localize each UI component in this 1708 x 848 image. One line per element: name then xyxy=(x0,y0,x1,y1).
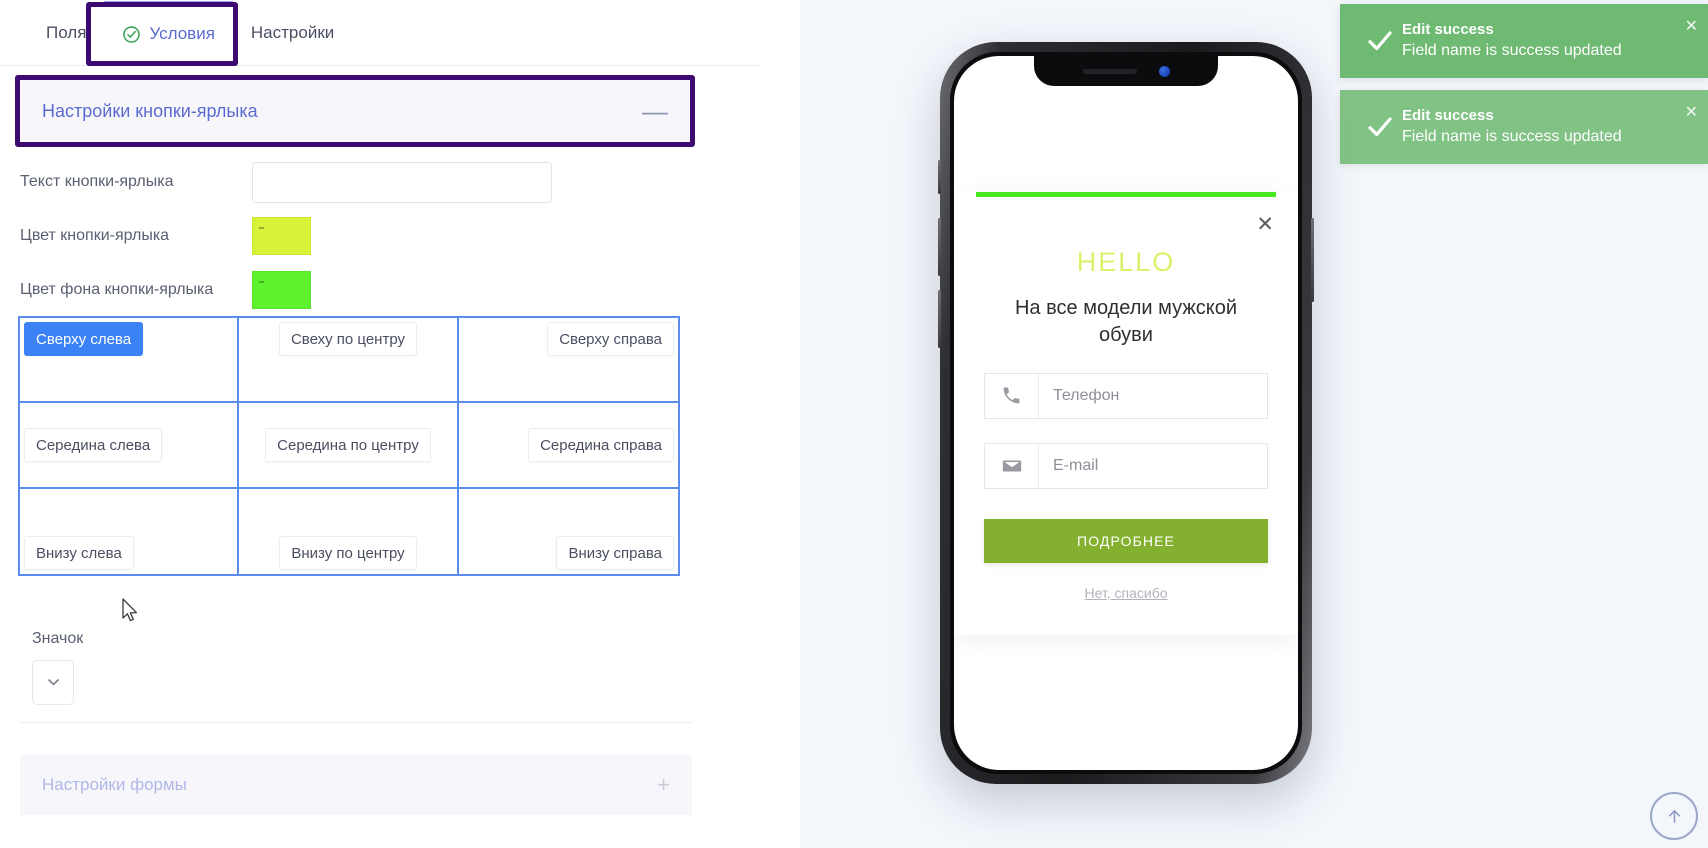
mouse-cursor-icon xyxy=(122,598,138,622)
popup-cta-button[interactable]: ПОДРОБНЕЕ xyxy=(984,518,1268,563)
phone-screen: ✕ HELLO На все модели мужской обуви Теле… xyxy=(954,56,1298,770)
popup-accent-bar xyxy=(976,192,1276,197)
position-cell[interactable]: Середина слева xyxy=(20,403,240,489)
popup-subtitle: На все модели мужской обуви xyxy=(1014,297,1237,346)
arrow-up-icon xyxy=(1668,809,1680,823)
phone-power-button xyxy=(1311,218,1314,302)
phone-mute-switch xyxy=(938,160,941,194)
toast-message: Field name is success updated xyxy=(1402,42,1622,60)
scroll-to-top-button[interactable] xyxy=(1650,792,1698,840)
phone-placeholder-text: Телефон xyxy=(1053,386,1120,404)
close-icon[interactable]: ✕ xyxy=(1685,16,1698,36)
position-option-button[interactable]: Внизу справа xyxy=(556,536,674,570)
position-grid: Сверху слева Свеху по центру Сверху справа… xyxy=(18,316,680,576)
position-cell[interactable]: Внизу по центру xyxy=(239,488,459,574)
toast-title: Edit success xyxy=(1402,21,1494,39)
section-title: Настройки формы xyxy=(42,775,187,794)
tab-label: Настройки xyxy=(250,22,335,42)
popup-hello-text: HELLO xyxy=(1076,247,1176,277)
popup-phone-field[interactable]: Телефон xyxy=(984,372,1268,419)
tab-usloviya[interactable]: Условия xyxy=(104,0,233,65)
section-header-shortcut-button[interactable]: Настройки кнопки-ярлыка — xyxy=(20,80,690,142)
form-area: Текст кнопки-ярлыка Цвет кнопки-ярлыка Ц… xyxy=(20,155,692,317)
position-option-button[interactable]: Свеху по центру xyxy=(278,322,418,356)
envelope-icon xyxy=(985,443,1039,488)
app-root: Поля Условия Настройки Настройки кнопки-… xyxy=(0,0,1708,848)
front-camera-icon xyxy=(1158,65,1170,77)
popup-close-icon[interactable]: ✕ xyxy=(1256,214,1274,235)
toast-message: Field name is success updated xyxy=(1402,128,1622,146)
panel-divider xyxy=(20,722,692,723)
collapse-icon[interactable]: — xyxy=(642,98,668,124)
phone-bezel: ✕ HELLO На все модели мужской обуви Теле… xyxy=(950,52,1302,774)
field-label: Цвет кнопки-ярлыка xyxy=(20,227,170,245)
tab-label: Поля xyxy=(46,22,87,42)
field-row-button-color: Цвет кнопки-ярлыка xyxy=(20,209,692,263)
icon-block: Значок xyxy=(32,630,672,705)
preview-popup: ✕ HELLO На все модели мужской обуви Теле… xyxy=(954,192,1298,635)
position-cell[interactable]: Внизу справа xyxy=(459,489,678,574)
toast-body: Edit success Field name is success update… xyxy=(1402,20,1692,62)
position-option-button[interactable]: Сверху справа xyxy=(547,322,674,356)
icon-select-dropdown[interactable] xyxy=(32,660,74,705)
earpiece-speaker-icon xyxy=(1082,68,1137,74)
tab-bar: Поля Условия Настройки xyxy=(0,0,760,66)
icon-label: Значок xyxy=(32,630,84,647)
close-icon[interactable]: ✕ xyxy=(1685,102,1698,122)
email-placeholder-text: E-mail xyxy=(1053,456,1099,474)
toast-title: Edit success xyxy=(1402,107,1494,125)
phone-volume-down-button xyxy=(938,290,941,348)
position-option-button[interactable]: Внизу по центру xyxy=(279,536,417,570)
position-cell[interactable]: Внизу слева xyxy=(20,488,240,574)
chevron-down-icon xyxy=(47,679,59,686)
settings-panel: Поля Условия Настройки Настройки кнопки-… xyxy=(0,0,800,848)
phone-volume-up-button xyxy=(938,218,941,276)
position-cell[interactable]: Свеху по центру xyxy=(239,318,459,404)
position-cell[interactable]: Сверху слева xyxy=(20,318,240,404)
field-row-button-text: Текст кнопки-ярлыка xyxy=(20,155,692,209)
position-option-button[interactable]: Середина слева xyxy=(24,427,163,462)
section-header-form-settings[interactable]: Настройки формы + xyxy=(20,755,692,815)
tab-polya[interactable]: Поля xyxy=(28,1,104,65)
position-cell[interactable]: Сверху справа xyxy=(458,318,678,404)
button-text-input[interactable] xyxy=(252,161,552,203)
position-option-button[interactable]: Середина справа xyxy=(528,427,674,462)
popup-decline-link[interactable]: Нет, спасибо xyxy=(954,585,1298,601)
field-row-button-bg-color: Цвет фона кнопки-ярлыка xyxy=(20,263,692,317)
check-circle-icon xyxy=(122,25,141,44)
expand-icon[interactable]: + xyxy=(657,772,670,798)
button-color-swatch[interactable] xyxy=(252,217,311,255)
button-bg-color-swatch[interactable] xyxy=(252,271,311,309)
tab-label: Условия xyxy=(149,24,215,43)
toast-notification: Edit success Field name is success update… xyxy=(1340,90,1708,164)
position-option-button[interactable]: Внизу слева xyxy=(24,536,134,570)
position-option-button[interactable]: Сверху слева xyxy=(24,322,144,356)
toast-body: Edit success Field name is success update… xyxy=(1402,106,1692,148)
toast-stack: Edit success Field name is success update… xyxy=(1340,4,1708,164)
phone-mockup: ✕ HELLO На все модели мужской обуви Теле… xyxy=(938,42,1314,784)
position-option-button[interactable]: Середина по центру xyxy=(265,427,431,462)
position-cell[interactable]: Середина справа xyxy=(458,403,678,489)
check-icon xyxy=(1358,112,1402,142)
position-cell[interactable]: Середина по центру xyxy=(239,403,459,489)
phone-icon xyxy=(985,373,1039,418)
phone-notch xyxy=(1034,56,1218,86)
tab-nastroyki[interactable]: Настройки xyxy=(233,1,352,65)
field-label: Цвет фона кнопки-ярлыка xyxy=(20,281,214,299)
field-label: Текст кнопки-ярлыка xyxy=(20,173,174,191)
check-icon xyxy=(1358,26,1402,56)
section-title: Настройки кнопки-ярлыка xyxy=(42,100,258,121)
popup-email-field[interactable]: E-mail xyxy=(984,442,1268,489)
toast-notification: Edit success Field name is success update… xyxy=(1340,4,1708,78)
